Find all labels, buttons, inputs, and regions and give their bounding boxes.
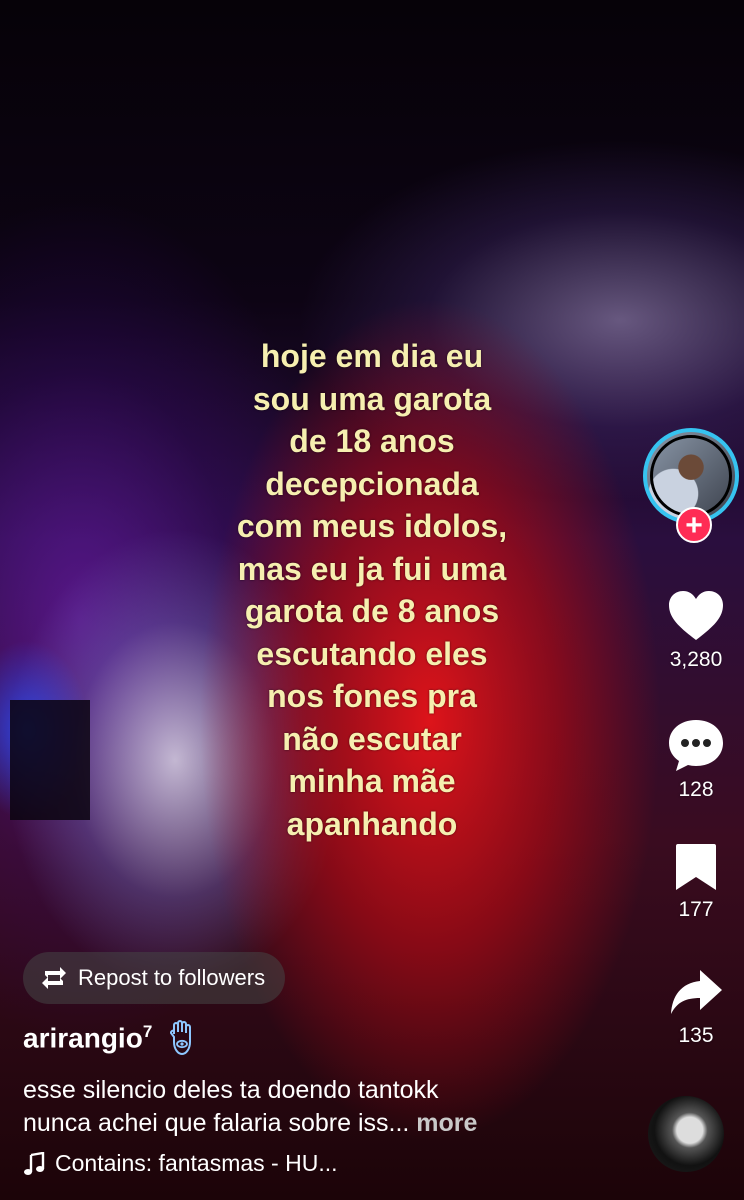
music-text: Contains: fantasmas - HU... [55, 1150, 338, 1176]
video-overlay-text: hoje em dia eu sou uma garota de 18 anos… [172, 335, 572, 845]
overlay-line: nos fones pra [267, 678, 477, 714]
like-button[interactable]: 3,280 [652, 590, 740, 672]
caption-line-1: esse silencio deles ta doendo tantokk [23, 1076, 439, 1104]
author-row: arirangio7 [23, 1020, 198, 1056]
share-count: 135 [678, 1024, 714, 1047]
caption-more-link[interactable]: more [416, 1109, 477, 1137]
share-icon [671, 970, 722, 1014]
overlay-line: apanhando [286, 805, 458, 842]
comment-count: 128 [678, 778, 714, 801]
author-username[interactable]: arirangio7 [23, 1022, 152, 1054]
follow-button[interactable]: + [676, 507, 712, 543]
author-superscript: 7 [142, 1021, 153, 1041]
share-button[interactable]: 135 [652, 968, 740, 1048]
music-disc[interactable] [648, 1096, 724, 1172]
repost-button[interactable]: Repost to followers [23, 952, 286, 1004]
video-caption[interactable]: esse silencio deles ta doendo tantokk nu… [23, 1074, 623, 1140]
overlay-line: não escutar [282, 720, 462, 757]
overlay-line: decepcionada [265, 465, 479, 502]
overlay-line: de 18 anos [289, 423, 455, 459]
comment-icon [669, 720, 723, 771]
save-count: 177 [678, 898, 714, 921]
overlay-line: garota de 8 anos [244, 593, 500, 629]
creator-avatar-wrap: + [643, 428, 744, 543]
overlay-line: minha mãe [288, 763, 456, 799]
repost-icon [42, 967, 66, 989]
comment-button[interactable]: 128 [652, 718, 740, 802]
overlay-line: sou uma garota [252, 380, 492, 417]
overlay-line: mas eu ja fui uma [237, 550, 507, 587]
save-button[interactable]: 177 [652, 842, 740, 922]
music-info[interactable]: Contains: fantasmas - HU... [23, 1150, 338, 1177]
like-count: 3,280 [669, 648, 723, 671]
video-shadow [10, 700, 90, 820]
music-note-icon [24, 1151, 45, 1175]
hamsa-icon [170, 1020, 192, 1056]
overlay-line: com meus idolos, [236, 508, 508, 544]
caption-line-2: nunca achei que falaria sobre iss... mor… [23, 1109, 478, 1137]
heart-icon [669, 591, 723, 640]
overlay-line: escutando eles [256, 635, 488, 672]
bookmark-icon [676, 844, 716, 890]
repost-label: Repost to followers [78, 965, 266, 990]
overlay-line: hoje em dia eu [260, 338, 484, 374]
